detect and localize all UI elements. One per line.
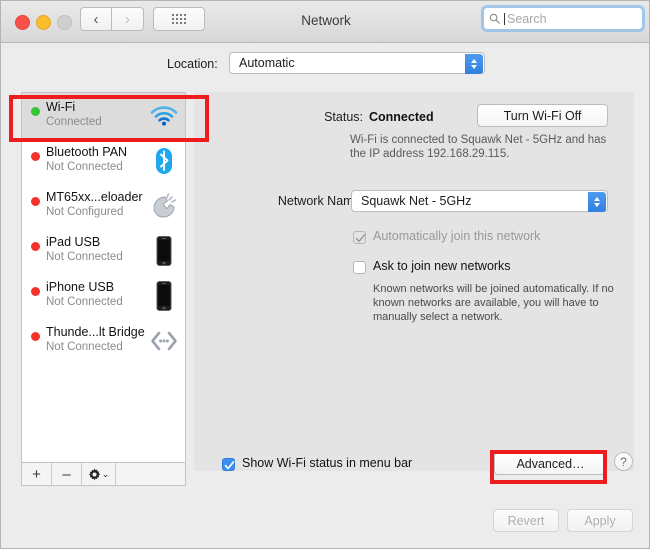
sidebar-item-wifi[interactable]: Wi-Fi Connected [22, 93, 185, 138]
network-name-dropdown[interactable]: Squawk Net - 5GHz [351, 190, 608, 212]
status-value: Connected [369, 110, 434, 124]
plus-icon: + [32, 465, 41, 483]
service-name: iPhone USB [46, 280, 115, 294]
location-dropdown[interactable]: Automatic [229, 52, 485, 74]
search-container[interactable]: Search [483, 7, 643, 30]
chevron-updown-icon[interactable] [588, 192, 606, 212]
location-row: Location: Automatic [1, 43, 649, 91]
show-wifi-status-label: Show Wi-Fi status in menu bar [242, 456, 413, 470]
services-toolbar: + – ⌄ [21, 462, 186, 486]
revert-button[interactable]: Revert [493, 509, 559, 532]
status-dot-icon [31, 332, 40, 341]
help-label: ? [620, 454, 627, 469]
text-cursor [504, 12, 505, 25]
search-input[interactable]: Search [483, 7, 643, 30]
search-placeholder: Search [507, 11, 547, 26]
status-dot-icon [31, 107, 40, 116]
status-dot-icon [31, 197, 40, 206]
apply-button[interactable]: Apply [567, 509, 633, 532]
service-state: Not Connected [46, 296, 123, 308]
auto-join-label: Automatically join this network [373, 229, 541, 243]
chevron-updown-icon[interactable] [465, 54, 483, 74]
service-state: Not Configured [46, 206, 124, 218]
network-preferences-window: ‹ › Network Search Location: Automatic W… [0, 0, 650, 549]
checkmark-icon [224, 461, 235, 470]
sidebar-item-mt65xx-preloader[interactable]: MT65xx...eloader Not Configured [22, 183, 185, 228]
sidebar-item-iphone-usb[interactable]: iPhone USB Not Connected [22, 273, 185, 318]
service-state: Not Connected [46, 251, 123, 263]
status-dot-icon [31, 242, 40, 251]
status-description: Wi-Fi is connected to Squawk Net - 5GHz … [350, 134, 607, 160]
network-name-value: Squawk Net - 5GHz [361, 194, 472, 208]
search-icon [489, 13, 500, 24]
sidebar-item-ipad-usb[interactable]: iPad USB Not Connected [22, 228, 185, 273]
minus-icon: – [62, 465, 71, 483]
revert-label: Revert [507, 513, 545, 528]
turn-wifi-off-button[interactable]: Turn Wi-Fi Off [477, 104, 608, 127]
service-state: Connected [46, 116, 102, 128]
service-name: Bluetooth PAN [46, 145, 128, 159]
bluetooth-icon [149, 145, 179, 176]
advanced-label: Advanced… [516, 456, 585, 471]
iphone-icon [149, 280, 179, 311]
ipad-icon [149, 235, 179, 266]
join-description: Known networks will be joined automatica… [373, 283, 614, 323]
service-state: Not Connected [46, 161, 123, 173]
status-dot-icon [31, 287, 40, 296]
sidebar-item-bluetooth-pan[interactable]: Bluetooth PAN Not Connected [22, 138, 185, 183]
status-label: Status: [324, 110, 363, 124]
add-service-button[interactable]: + [22, 463, 52, 485]
advanced-button[interactable]: Advanced… [494, 452, 607, 475]
ask-join-checkbox[interactable] [353, 261, 366, 274]
location-value: Automatic [239, 56, 295, 70]
network-services-list[interactable]: Wi-Fi Connected Bluetooth PAN Not Connec… [21, 92, 186, 463]
service-name: Thunde...lt Bridge [46, 325, 145, 339]
service-state: Not Connected [46, 341, 123, 353]
network-name-label: Network Name: [277, 194, 364, 208]
help-button[interactable]: ? [614, 452, 633, 471]
modem-phone-icon [149, 190, 179, 221]
wifi-settings-panel: Status: Connected Turn Wi-Fi Off Wi-Fi i… [194, 92, 634, 475]
turn-wifi-off-label: Turn Wi-Fi Off [503, 108, 582, 123]
ask-join-label: Ask to join new networks [373, 259, 511, 273]
remove-service-button[interactable]: – [52, 463, 82, 485]
thunderbolt-bridge-icon [149, 325, 179, 356]
checkmark-icon [355, 234, 366, 243]
location-label: Location: [167, 57, 218, 71]
services-action-menu-button[interactable]: ⌄ [82, 463, 116, 485]
sidebar-item-thunderbolt-bridge[interactable]: Thunde...lt Bridge Not Connected [22, 318, 185, 363]
service-name: MT65xx...eloader [46, 190, 143, 204]
gear-icon [88, 467, 100, 480]
apply-label: Apply [584, 513, 616, 528]
auto-join-checkbox[interactable] [353, 231, 366, 244]
wifi-icon [149, 100, 179, 131]
show-wifi-status-checkbox[interactable] [222, 458, 235, 471]
service-name: Wi-Fi [46, 100, 76, 114]
service-name: iPad USB [46, 235, 101, 249]
status-dot-icon [31, 152, 40, 161]
chevron-down-icon: ⌄ [101, 468, 110, 479]
window-titlebar: ‹ › Network Search [1, 1, 649, 43]
